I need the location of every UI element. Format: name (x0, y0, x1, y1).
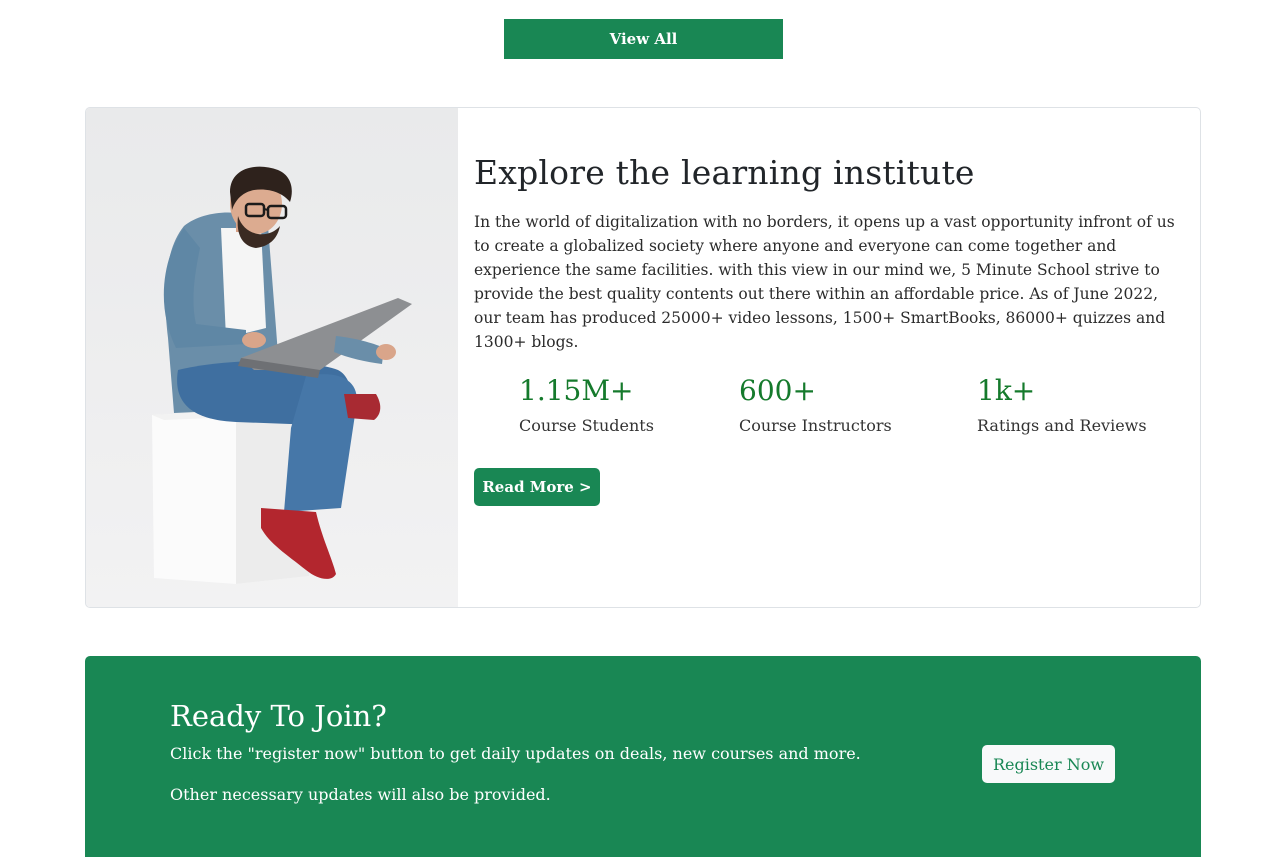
man-with-laptop-photo (86, 108, 458, 607)
about-description: In the world of digitalization with no b… (474, 213, 1175, 351)
stat-label: Course Instructors (739, 416, 892, 435)
stat-label: Course Students (519, 416, 654, 435)
view-all-button[interactable]: View All (504, 19, 783, 59)
join-note: Other necessary updates will also be pro… (170, 785, 551, 804)
stat-instructors: 600+ Course Instructors (739, 373, 892, 435)
read-more-button[interactable]: Read More > (474, 468, 600, 506)
about-card: Explore the learning institute In the wo… (85, 107, 1201, 608)
stat-label: Ratings and Reviews (977, 416, 1147, 435)
ready-to-join-banner: Ready To Join? Click the "register now" … (85, 656, 1201, 857)
join-description: Click the "register now" button to get d… (170, 744, 861, 763)
about-title: Explore the learning institute (474, 153, 975, 192)
stat-value: 1k+ (977, 374, 1036, 407)
register-now-button[interactable]: Register Now (982, 745, 1115, 783)
photo-illustration (152, 166, 412, 584)
join-title: Ready To Join? (170, 699, 387, 733)
stat-value: 1.15M+ (519, 374, 634, 407)
stat-value: 600+ (739, 374, 816, 407)
stat-students: 1.15M+ Course Students (519, 373, 654, 435)
stat-reviews: 1k+ Ratings and Reviews (977, 373, 1147, 435)
